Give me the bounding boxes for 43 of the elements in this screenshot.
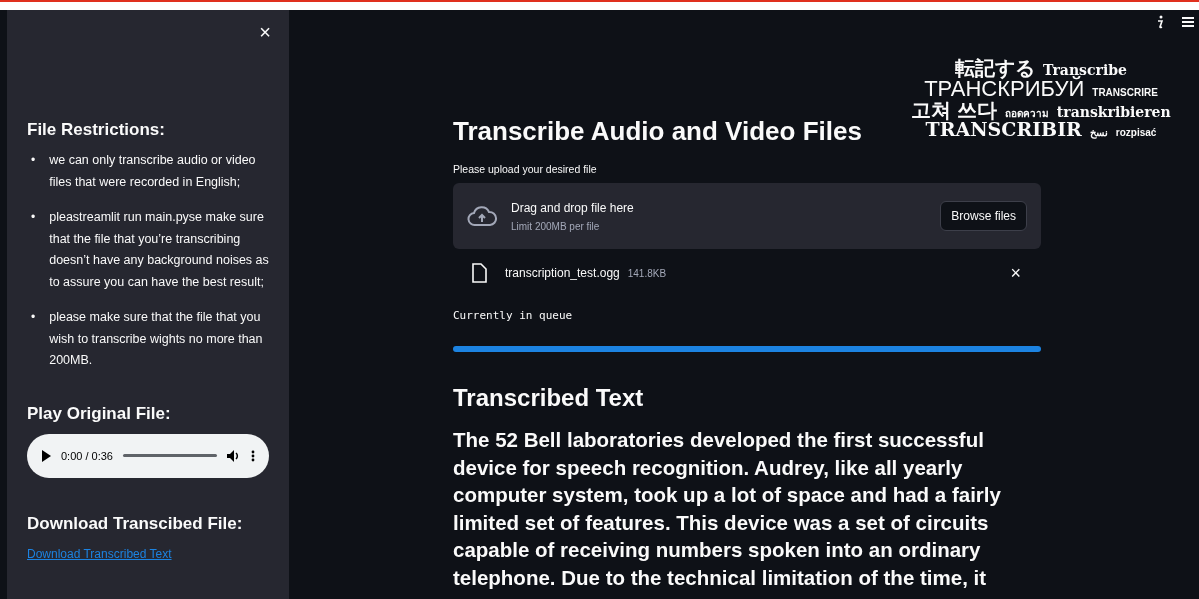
restriction-item: please make sure that the file that you wish to transcribe wights no more than 200MB. (49, 309, 264, 369)
time-readout: 0:00 / 0:36 (61, 449, 113, 462)
logo-word: Transcribe (1043, 63, 1127, 77)
logo-word: ТРАНСКРИБУЙ (924, 78, 1085, 100)
drop-text: Drag and drop file here (511, 200, 635, 215)
logo-word: ถอดความ (1004, 109, 1049, 119)
bullet: • (31, 152, 36, 169)
seek-track[interactable] (123, 454, 217, 457)
cloud-upload-icon (467, 205, 497, 227)
play-icon (41, 449, 51, 462)
file-name: transcription_test.ogg (505, 266, 620, 280)
file-icon (471, 263, 487, 283)
logo-word: TRANSCRIBIR (925, 120, 1082, 139)
section-heading: Play Original File: (27, 403, 172, 424)
status-text: Currently in queue (453, 309, 574, 322)
logo-word: transkribieren (1056, 105, 1171, 119)
file-size: 141.8KB (627, 267, 668, 279)
page-title: Transcribe Audio and Video Files (453, 116, 862, 147)
bullet: • (31, 309, 36, 326)
logo-word: نسخ (1089, 128, 1108, 138)
audio-player[interactable]: 0:00 / 0:36 (27, 433, 269, 478)
drop-zone[interactable]: Drag and drop file here Limit 200MB per file Browse files (453, 183, 1041, 249)
restriction-item: we can only transcribe audio or video files that were recorded in English; (49, 152, 257, 191)
browse-button[interactable]: Browse files (940, 201, 1027, 231)
transcribed-text: The 52 Bell laboratories developed the first successful device for speech recognition. Audrey, like all yearly computer system, took up a lot of space and had a fairly limited set of features. This device was a set of circuits capable of receiving numbers spoken into an ordinary telephone. Due to the technical limitation of the time, it (453, 427, 1002, 591)
info-icon (1155, 14, 1165, 30)
logo-word: 転記する (955, 58, 1036, 78)
logo-word: 고쳐 쓰다 (911, 100, 997, 120)
section-heading: Download Transcibed File: (27, 513, 244, 534)
section-heading: File Restrictions: (27, 120, 166, 140)
restriction-item: pleastreamlit run main.pyse make sure that the file that you’re transcribing doesn’t have any background noises as to assure you can have the best result; (49, 209, 269, 291)
logo-word: TRANSCRIRE (1092, 88, 1158, 98)
section-heading: Transcribed Text (453, 384, 645, 412)
menu-icon (1181, 14, 1195, 30)
uploader-label: Please upload your desired file (453, 163, 598, 175)
more-icon (251, 449, 255, 462)
remove-file-button[interactable]: × (1004, 262, 1027, 284)
limit-text: Limit 200MB per file (511, 220, 601, 232)
logo-word: rozpisać (1115, 128, 1157, 138)
bullet: • (31, 209, 36, 226)
volume-icon (227, 449, 241, 462)
download-link[interactable]: Download Transcribed Text (27, 546, 172, 561)
close-button[interactable]: × (253, 20, 277, 44)
